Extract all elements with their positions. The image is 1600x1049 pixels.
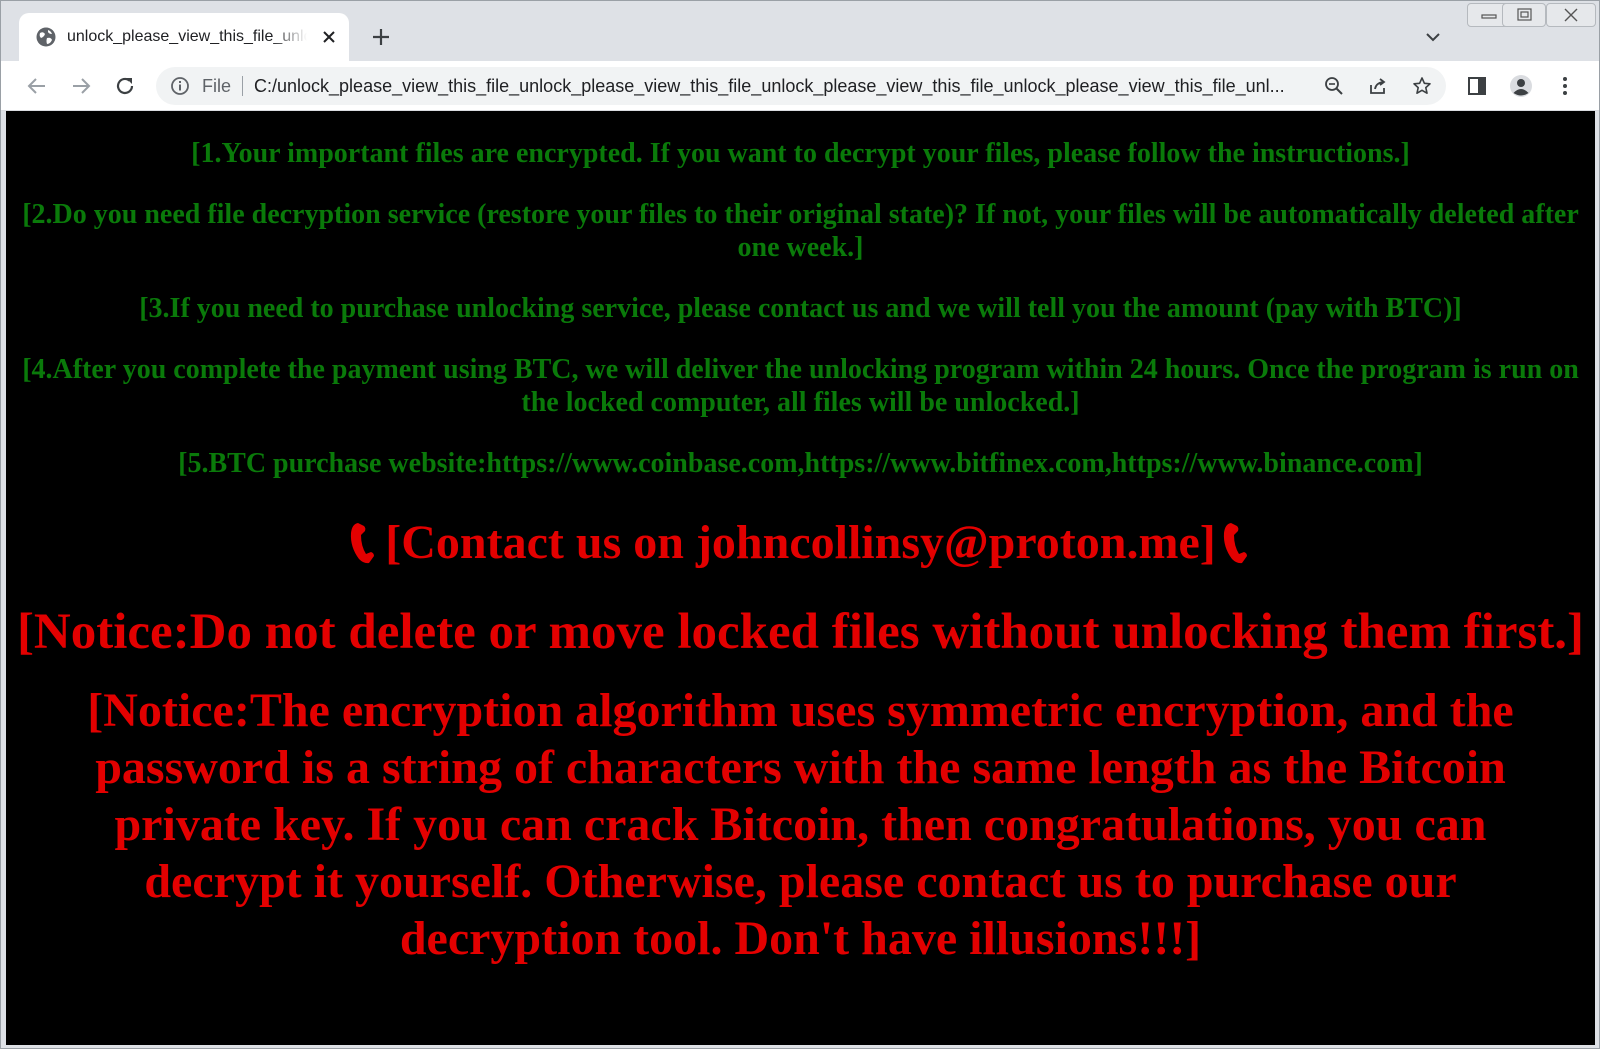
zoom-icon[interactable] [1324,76,1344,96]
omnibox-separator [242,76,243,96]
share-icon[interactable] [1368,76,1388,96]
url-text[interactable]: C:/unlock_please_view_this_file_unlock_p… [254,75,1306,97]
instruction-line-4: [4.After you complete the payment using … [22,354,1579,418]
instruction-line-5: [5.BTC purchase website:https://www.coin… [178,448,1423,479]
contact-text: [Contact us on johncollinsy@proton.me] [385,516,1216,569]
phone-icon [1223,523,1247,564]
arrow-right-icon[interactable] [69,74,93,98]
close-icon [1564,8,1578,22]
kebab-menu-icon[interactable] [1553,74,1577,98]
tab-strip: unlock_please_view_this_file_unlock_plea… [1,1,1599,61]
restore-icon [1517,8,1532,21]
browser-toolbar: File C:/unlock_please_view_this_file_unl… [1,61,1599,111]
active-tab[interactable]: unlock_please_view_this_file_unlock_plea… [19,13,349,61]
reload-icon[interactable] [113,74,137,98]
side-panel-icon[interactable] [1465,74,1489,98]
phone-icon [351,523,375,564]
window-close-button[interactable] [1546,3,1596,27]
info-icon[interactable] [170,76,190,96]
close-icon[interactable] [319,27,339,47]
star-icon[interactable] [1412,76,1432,96]
contact-line: [Contact us on johncollinsy@proton.me] [6,508,1595,578]
arrow-left-icon[interactable] [25,74,49,98]
restore-button[interactable] [1502,3,1546,27]
instruction-line-3: [3.If you need to purchase unlocking ser… [139,293,1462,324]
page-viewport: [1.Your important files are encrypted. I… [6,111,1595,1045]
tab-title: unlock_please_view_this_file_unlock_plea… [67,28,307,45]
plus-icon[interactable] [369,25,393,49]
notice-do-not-delete: [Notice:Do not delete or move locked fil… [16,604,1585,660]
browser-window: unlock_please_view_this_file_unlock_plea… [0,0,1600,1049]
notice-encryption: [Notice:The encryption algorithm uses sy… [87,684,1514,965]
profile-avatar-icon[interactable] [1509,74,1533,98]
ransom-note: [1.Your important files are encrypted. I… [6,111,1595,967]
chevron-down-icon[interactable] [1423,27,1443,47]
instruction-line-2: [2.Do you need file decryption service (… [22,199,1579,263]
address-bar[interactable]: File C:/unlock_please_view_this_file_unl… [156,67,1446,105]
globe-icon [36,27,56,47]
instruction-line-1: [1.Your important files are encrypted. I… [191,138,1410,169]
scheme-label[interactable]: File [202,75,231,97]
